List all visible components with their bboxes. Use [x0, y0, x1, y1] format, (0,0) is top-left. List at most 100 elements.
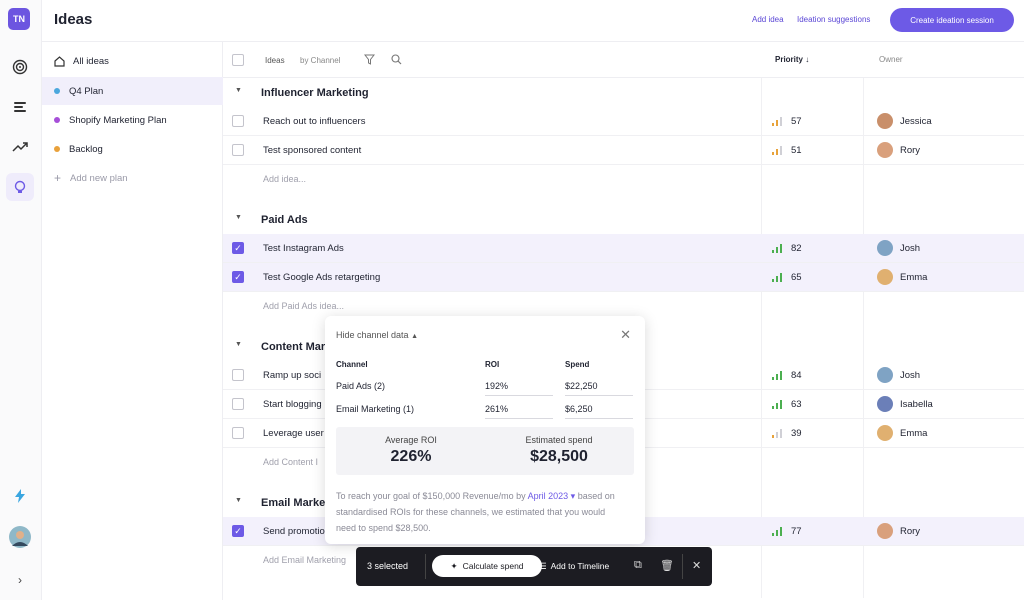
priority-bars-icon — [772, 429, 782, 438]
home-icon — [54, 55, 65, 67]
table-header: Ideas by Channel Priority ↓ Owner — [223, 42, 1024, 78]
calculate-spend-button[interactable]: ✦ Calculate spend — [432, 555, 542, 577]
owner-avatar — [877, 523, 893, 539]
table-row[interactable]: ✓ Test Google Ads retargeting 65 Emma — [223, 263, 1024, 292]
row-checkbox[interactable] — [232, 427, 244, 439]
timeline-icon: ☰ — [539, 561, 547, 571]
priority-value: 51 — [791, 145, 802, 156]
idea-title[interactable]: Test Instagram Ads — [263, 243, 344, 254]
goal-month-dropdown[interactable]: April 2023 ▾ — [528, 491, 576, 501]
row-checkbox[interactable] — [232, 369, 244, 381]
search-icon[interactable] — [391, 54, 402, 65]
spend-input[interactable]: $6,250 — [565, 401, 633, 419]
priority-bars-icon — [772, 273, 782, 282]
plan-label: Q4 Plan — [69, 85, 104, 97]
owner-name: Rory — [900, 144, 921, 156]
priority-bars-icon — [772, 527, 782, 536]
add-idea-row[interactable]: Add Paid Ads idea... — [263, 301, 344, 311]
average-roi-label: Average ROI — [385, 435, 437, 445]
expand-icon[interactable]: › — [6, 566, 34, 594]
section-title: Email Marke — [261, 497, 326, 509]
owner-cell[interactable]: Josh — [877, 240, 920, 256]
close-icon[interactable]: ✕ — [692, 559, 701, 572]
row-checkbox[interactable] — [232, 144, 244, 156]
row-checkbox[interactable]: ✓ — [232, 271, 244, 283]
plan-item-shopify[interactable]: Shopify Marketing Plan — [42, 106, 223, 134]
section-header[interactable]: ▼ Influencer Marketing — [223, 78, 1024, 107]
timeline-label: Add to Timeline — [550, 561, 610, 571]
target-icon[interactable] — [6, 53, 34, 81]
row-checkbox[interactable]: ✓ — [232, 525, 244, 537]
ideation-suggestions-link[interactable]: Ideation suggestions — [797, 15, 870, 24]
idea-title[interactable]: Start blogging — [263, 399, 322, 410]
add-new-plan-button[interactable]: + Add new plan — [42, 164, 223, 192]
left-rail: TN › — [0, 0, 42, 600]
plan-label: All ideas — [73, 55, 109, 67]
add-idea-row[interactable]: Add idea... — [263, 174, 306, 184]
plan-color-dot — [54, 88, 60, 94]
priority-bars-icon — [772, 400, 782, 409]
add-idea-row[interactable]: Add Email Marketing — [263, 555, 346, 565]
lightning-icon[interactable] — [6, 482, 34, 510]
collapse-caret-icon[interactable]: ▼ — [235, 214, 242, 221]
filter-icon[interactable] — [364, 54, 375, 65]
spend-input[interactable]: $22,250 — [565, 378, 633, 396]
idea-title[interactable]: Reach out to influencers — [263, 116, 365, 127]
add-to-timeline-button[interactable]: ☰ Add to Timeline — [539, 561, 609, 572]
hide-channel-data-toggle[interactable]: Hide channel data ▲ — [336, 330, 418, 340]
idea-title[interactable]: Ramp up soci — [263, 370, 321, 381]
owner-cell[interactable]: Rory — [877, 142, 920, 158]
owner-cell[interactable]: Emma — [877, 269, 927, 285]
add-idea-row[interactable]: Add Content I — [263, 457, 318, 467]
section-header[interactable]: ▼ Paid Ads — [223, 205, 1024, 234]
owner-name: Isabella — [900, 398, 933, 410]
trash-icon[interactable]: 🗑 — [660, 559, 674, 572]
row-checkbox[interactable] — [232, 398, 244, 410]
priority-value: 39 — [791, 428, 802, 439]
table-row[interactable]: Test sponsored content 51 Rory — [223, 136, 1024, 165]
owner-avatar — [877, 269, 893, 285]
idea-title[interactable]: Test Google Ads retargeting — [263, 272, 380, 283]
tab-ideas[interactable]: Ideas — [265, 56, 285, 65]
col-channel: Channel — [336, 360, 368, 369]
idea-title[interactable]: Leverage user — [263, 428, 324, 439]
row-checkbox[interactable] — [232, 115, 244, 127]
divider — [682, 554, 683, 579]
close-icon[interactable]: ✕ — [620, 327, 631, 343]
trend-icon[interactable] — [6, 133, 34, 161]
add-plan-label: Add new plan — [70, 172, 128, 184]
add-idea-link[interactable]: Add idea — [752, 15, 784, 24]
collapse-caret-icon[interactable]: ▼ — [235, 341, 242, 348]
owner-cell[interactable]: Emma — [877, 425, 927, 441]
idea-title[interactable]: Send promotio — [263, 526, 325, 537]
workspace-avatar[interactable]: TN — [8, 8, 30, 30]
roi-input[interactable]: 192% — [485, 378, 553, 396]
owner-cell[interactable]: Jessica — [877, 113, 932, 129]
user-avatar[interactable] — [6, 523, 34, 551]
owner-cell[interactable]: Rory — [877, 523, 920, 539]
lightbulb-icon[interactable] — [6, 173, 34, 201]
owner-cell[interactable]: Josh — [877, 367, 920, 383]
priority-column-header[interactable]: Priority ↓ — [775, 55, 809, 64]
collapse-caret-icon[interactable]: ▼ — [235, 497, 242, 504]
collapse-caret-icon[interactable]: ▼ — [235, 87, 242, 94]
table-row[interactable]: Reach out to influencers 57 Jessica — [223, 107, 1024, 136]
idea-title[interactable]: Test sponsored content — [263, 145, 361, 156]
timeline-icon[interactable] — [6, 93, 34, 121]
row-checkbox[interactable]: ✓ — [232, 242, 244, 254]
channel-name: Paid Ads (2) — [336, 381, 386, 391]
plan-item-backlog[interactable]: Backlog — [42, 135, 223, 163]
plan-all-ideas[interactable]: All ideas — [42, 47, 223, 75]
duplicate-icon[interactable]: ⧉ — [634, 559, 642, 572]
tab-by-channel[interactable]: by Channel — [300, 56, 340, 65]
plan-item-q4[interactable]: Q4 Plan — [42, 77, 223, 105]
roi-input[interactable]: 261% — [485, 401, 553, 419]
create-ideation-session-button[interactable]: Create ideation session — [890, 8, 1014, 32]
owner-cell[interactable]: Isabella — [877, 396, 933, 412]
table-row[interactable]: ✓ Test Instagram Ads 82 Josh — [223, 234, 1024, 263]
priority-value: 57 — [791, 116, 802, 127]
owner-column-header[interactable]: Owner — [879, 55, 903, 64]
owner-name: Josh — [900, 242, 921, 254]
select-all-checkbox[interactable] — [232, 54, 244, 66]
priority-value: 82 — [791, 243, 802, 254]
